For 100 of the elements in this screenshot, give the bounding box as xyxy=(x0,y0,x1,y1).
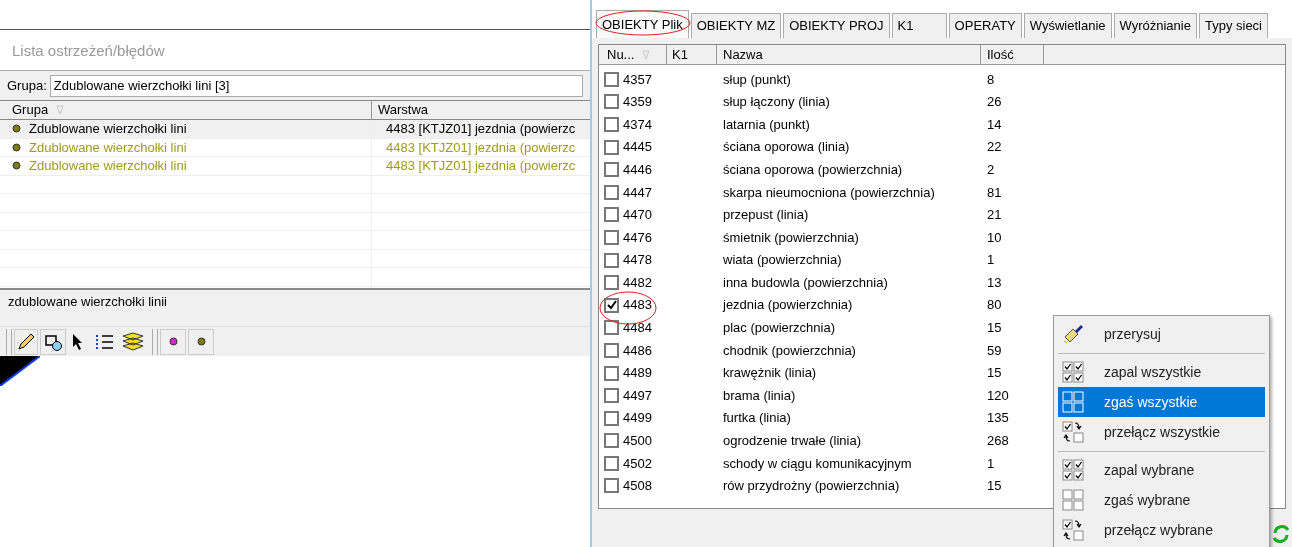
table-cell-text: 80 xyxy=(986,296,1002,315)
menu-item[interactable]: przełącz wszystkie xyxy=(1058,417,1265,447)
table-cell-text: 2 xyxy=(986,160,995,179)
checkbox[interactable] xyxy=(604,455,619,471)
tab[interactable]: Wyróżnianie xyxy=(1113,13,1197,38)
table-cell-text: 268 xyxy=(986,432,1009,451)
menu-item[interactable]: zgaś wybrane xyxy=(1058,485,1265,515)
table-cell-text: 15 xyxy=(986,364,1002,383)
menu-item[interactable]: przerysuj xyxy=(1058,319,1265,349)
table-cell-text: 4508 xyxy=(623,477,652,496)
column-header[interactable]: Nazwa xyxy=(717,45,981,64)
table-cell-text: 15 xyxy=(986,319,1002,338)
table-cell-text: 4500 xyxy=(623,432,652,451)
table-cell-text: ściana oporowa (powierzchnia) xyxy=(722,160,904,179)
table-cell-text: 4483 [KTJZ01] jezdnia (powierzc xyxy=(385,120,576,138)
tab[interactable]: Wyświetlanie xyxy=(1023,13,1112,38)
column-header[interactable]: K1 xyxy=(667,45,717,64)
checkbox[interactable] xyxy=(604,478,619,494)
checkbox[interactable] xyxy=(604,410,619,426)
table-cell-text: jezdnia (powierzchnia) xyxy=(721,296,854,315)
checkbox[interactable] xyxy=(604,388,619,404)
warning-row[interactable]: Zdublowane wierzchołki lini 4483 [KTJZ01] jezdnia (powierzc xyxy=(0,120,590,139)
status-dot-icon xyxy=(12,124,21,134)
checkbox[interactable] xyxy=(604,342,619,358)
point-style-button[interactable] xyxy=(160,328,186,355)
table-cell-text: schody w ciągu komunikacyjnym xyxy=(722,454,913,473)
checkbox[interactable] xyxy=(604,229,619,245)
table-cell-text: chodnik (powierzchnia) xyxy=(722,341,857,360)
checkbox-grid-icon xyxy=(1062,459,1084,481)
table-cell-text: 13 xyxy=(986,273,1002,292)
table-cell-text: brama (linia) xyxy=(722,386,797,405)
table-cell-text: plac (powierzchnia) xyxy=(722,319,836,338)
table-cell-text: furtka (linia) xyxy=(722,409,792,428)
table-cell-text: 15 xyxy=(986,477,1002,496)
checkbox-grid-icon xyxy=(1062,361,1084,383)
checkbox[interactable] xyxy=(604,320,619,336)
table-cell-text: latarnia (punkt) xyxy=(722,115,811,134)
menu-item[interactable]: przełącz wybrane xyxy=(1058,515,1265,545)
table-cell-text: 21 xyxy=(986,206,1002,225)
point-icon xyxy=(196,337,206,346)
table-cell-text: 4502 xyxy=(623,454,652,473)
pencil-icon xyxy=(17,332,35,351)
checkbox-grid-icon xyxy=(1062,391,1084,413)
table-cell-text: 22 xyxy=(986,138,1002,157)
toggle-checkbox-icon xyxy=(1062,421,1084,443)
table-cell-text: 4470 xyxy=(623,206,652,225)
table-cell-text: 4484 xyxy=(623,319,652,338)
table-cell-text: 4359 xyxy=(623,93,652,112)
layers-icon xyxy=(122,331,144,352)
table-cell-text: 4497 xyxy=(623,386,652,405)
table-cell-text: 4445 xyxy=(623,138,652,157)
node-edit-button[interactable] xyxy=(40,328,66,355)
table-cell-text: 4478 xyxy=(623,251,652,270)
pencil-tool-button[interactable] xyxy=(14,328,38,355)
checkbox[interactable] xyxy=(604,71,619,87)
checkbox[interactable] xyxy=(604,94,619,110)
checkbox[interactable] xyxy=(604,365,619,381)
table-cell-text: 4374 xyxy=(623,115,652,134)
table-cell-text: śmietnik (powierzchnia) xyxy=(722,228,860,247)
checkbox[interactable] xyxy=(604,433,619,449)
table-cell-text: 120 xyxy=(986,386,1009,405)
checkbox[interactable] xyxy=(604,297,619,313)
checkbox[interactable] xyxy=(604,207,619,223)
column-header[interactable]: Nu... xyxy=(599,45,667,64)
description-text: zdublowane wierzchołki linii xyxy=(8,294,167,309)
group-field[interactable]: Zdublowane wierzchołki lini [3] xyxy=(49,74,583,97)
table-cell-text: inna budowla (powierzchnia) xyxy=(722,273,889,292)
tab[interactable]: K1 xyxy=(891,13,947,38)
checkmark-icon xyxy=(606,300,617,311)
column-header[interactable]: Ilość xyxy=(981,45,1044,64)
table-cell-text: wiata (powierzchnia) xyxy=(722,251,843,270)
point-icon xyxy=(168,337,178,346)
tab[interactable]: OBIEKTY PROJ xyxy=(783,13,890,38)
point-style-button[interactable] xyxy=(188,328,214,355)
tab[interactable]: OBIEKTY Plik xyxy=(596,10,689,38)
tab[interactable]: Typy sieci xyxy=(1198,13,1268,38)
menu-item[interactable]: zapal wybrane xyxy=(1058,455,1265,485)
sort-icon xyxy=(56,105,65,115)
menu-item[interactable]: zapal wszystkie xyxy=(1058,357,1265,387)
table-cell-text: 4482 xyxy=(623,273,652,292)
table-cell-text: 4489 xyxy=(623,364,652,383)
checkbox-grid-icon xyxy=(1062,489,1084,511)
checkbox[interactable] xyxy=(604,117,619,132)
checkbox[interactable] xyxy=(604,252,619,268)
menu-item[interactable]: zgaś wszystkie xyxy=(1058,387,1265,417)
table-cell-text: 81 xyxy=(986,183,1002,202)
status-dot-icon xyxy=(12,161,21,171)
table-cell-text: 4483 xyxy=(623,296,652,315)
checkbox[interactable] xyxy=(604,184,619,200)
table-cell-text: Zdublowane wierzchołki lini xyxy=(29,120,187,138)
checkbox[interactable] xyxy=(604,139,619,155)
tab[interactable]: OBIEKTY MZ xyxy=(690,13,782,38)
tab[interactable]: OPERATY xyxy=(948,13,1022,38)
checkbox[interactable] xyxy=(604,275,619,291)
column-header[interactable]: Grupa xyxy=(0,101,372,119)
table-cell-text: 4447 xyxy=(623,183,652,202)
cursor-icon xyxy=(72,332,84,351)
column-header[interactable]: Warstwa xyxy=(372,101,590,119)
checkbox[interactable] xyxy=(604,162,619,178)
brush-icon xyxy=(1062,323,1084,345)
